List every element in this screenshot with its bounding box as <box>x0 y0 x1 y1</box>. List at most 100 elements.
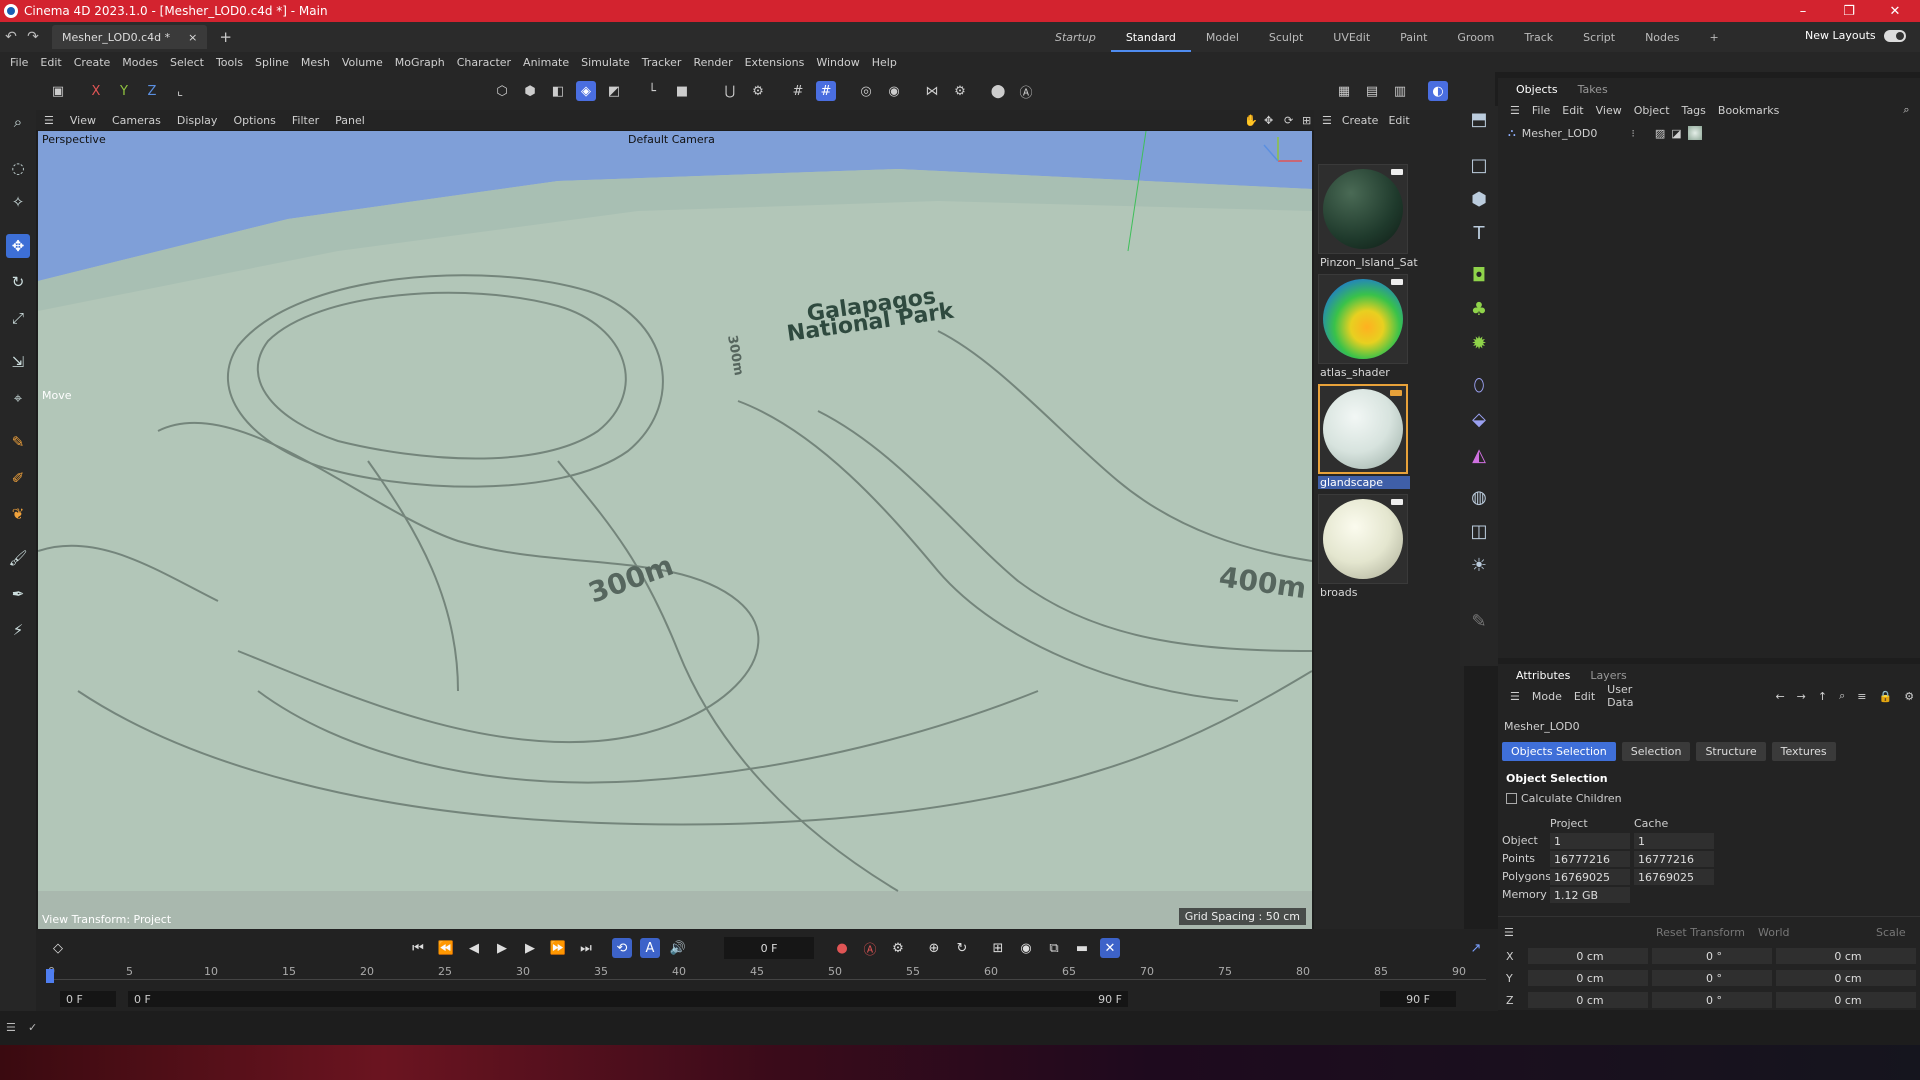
position-z-field[interactable]: 0 cm <box>1528 992 1648 1008</box>
menu-select[interactable]: Select <box>164 56 210 69</box>
viewport-projection-label[interactable]: Perspective <box>42 133 106 146</box>
rotation-y-field[interactable]: 0 ° <box>1652 970 1772 986</box>
add-layout-icon[interactable]: + <box>1695 22 1734 52</box>
scale-z-field[interactable]: 0 cm <box>1776 992 1916 1008</box>
material-atlas-shader[interactable]: atlas_shader <box>1318 274 1410 379</box>
current-frame-field[interactable]: 0 F <box>724 937 814 959</box>
edit-icon[interactable]: ✎ <box>1466 608 1492 634</box>
tab-takes[interactable]: Takes <box>1568 83 1618 96</box>
layout-groom[interactable]: Groom <box>1442 22 1509 52</box>
viewport-menu-cameras[interactable]: Cameras <box>104 114 169 127</box>
position-y-field[interactable]: 0 cm <box>1528 970 1648 986</box>
key-scale-icon[interactable]: ⊞ <box>988 938 1008 958</box>
render-settings-icon[interactable]: ▥ <box>1390 81 1410 101</box>
forward-arrow-icon[interactable]: → <box>1791 690 1812 703</box>
spline-smooth-icon[interactable]: ❦ <box>6 502 30 526</box>
key-toggle-icon[interactable]: ▬ <box>1072 938 1092 958</box>
menu-simulate[interactable]: Simulate <box>575 56 636 69</box>
loop-icon[interactable]: ⟲ <box>612 938 632 958</box>
generator-object-icon[interactable]: ◘ <box>1466 262 1492 288</box>
attributes-menu-icon[interactable]: ☰ <box>1504 690 1526 703</box>
objects-menu-object[interactable]: Object <box>1628 104 1676 117</box>
material-pinzon-island-sat[interactable]: Pinzon_Island_Sat <box>1318 164 1418 269</box>
scale-y-field[interactable]: 0 cm <box>1776 970 1916 986</box>
menu-window[interactable]: Window <box>810 56 865 69</box>
move-tool-icon[interactable]: ✥ <box>6 234 30 258</box>
texture-mode-icon[interactable]: ■ <box>672 81 692 101</box>
menu-create[interactable]: Create <box>68 56 117 69</box>
menu-tools[interactable]: Tools <box>210 56 249 69</box>
attributes-menu-edit[interactable]: Edit <box>1568 690 1601 703</box>
solo-icon[interactable]: ◎ <box>856 81 876 101</box>
range-end-field[interactable]: 90 F <box>1380 991 1456 1007</box>
3d-viewport[interactable]: Galapagos National Park 300m 400m 300m P… <box>38 131 1312 929</box>
objects-menu-edit[interactable]: Edit <box>1556 104 1589 117</box>
objects-menu-file[interactable]: File <box>1526 104 1556 117</box>
rotation-x-field[interactable]: 0 ° <box>1652 948 1772 964</box>
filter-icon[interactable]: ≡ <box>1851 690 1872 703</box>
texture-tag-icon[interactable]: ◪ <box>1671 127 1681 140</box>
symmetry-settings-icon[interactable]: ⚙ <box>950 81 970 101</box>
spline-object-icon[interactable]: □ <box>1466 152 1492 178</box>
layout-model[interactable]: Model <box>1191 22 1254 52</box>
previous-key-icon[interactable]: ⏪ <box>436 938 456 958</box>
viewport-menu-icon[interactable]: ☰ <box>36 114 62 127</box>
deformer-object-icon[interactable]: ⬯ <box>1466 372 1492 398</box>
layout-startup[interactable]: Startup <box>1040 22 1111 52</box>
y-axis-lock[interactable]: Y <box>114 81 134 101</box>
lock-icon[interactable]: 🔒 <box>1872 690 1898 703</box>
calculate-children-checkbox[interactable]: Calculate Children <box>1506 792 1622 805</box>
settings-icon[interactable]: ⚙ <box>1898 690 1920 703</box>
viewport-menu-filter[interactable]: Filter <box>284 114 327 127</box>
render-picture-viewer-icon[interactable]: ▤ <box>1362 81 1382 101</box>
key-position-icon[interactable]: ⊕ <box>924 938 944 958</box>
key-pla-icon[interactable]: ⧉ <box>1044 938 1064 958</box>
brush-settings-icon[interactable]: ✒ <box>6 582 30 606</box>
menu-volume[interactable]: Volume <box>336 56 389 69</box>
menu-mesh[interactable]: Mesh <box>295 56 336 69</box>
scale-tool-icon[interactable]: ⤢ <box>6 306 30 330</box>
polygons-mode-icon[interactable]: ◧ <box>548 81 568 101</box>
null-object-icon[interactable]: ⬒ <box>1466 106 1492 132</box>
go-to-end-icon[interactable]: ⏭ <box>576 938 596 958</box>
axis-mode-icon[interactable]: └ <box>642 81 662 101</box>
restore-button[interactable]: ❐ <box>1826 0 1872 22</box>
subtab-objects-selection[interactable]: Objects Selection <box>1502 742 1616 761</box>
key-settings-icon[interactable]: ⚙ <box>888 938 908 958</box>
subtab-selection[interactable]: Selection <box>1621 742 1691 761</box>
cloner-object-icon[interactable]: ♣ <box>1466 296 1492 322</box>
sound-icon[interactable]: 🔊 <box>668 938 688 958</box>
viewport-menu-options[interactable]: Options <box>225 114 283 127</box>
undo-icon[interactable]: ↶ <box>0 29 22 45</box>
uv-mode-icon[interactable]: ◩ <box>604 81 624 101</box>
viewport-menu-display[interactable]: Display <box>169 114 226 127</box>
menu-extensions[interactable]: Extensions <box>739 56 811 69</box>
menu-render[interactable]: Render <box>687 56 738 69</box>
frame-ruler[interactable]: 0 5 10 15 20 25 30 35 40 45 50 55 60 65 … <box>46 965 1486 985</box>
select-tool-icon[interactable]: ✧ <box>6 190 30 214</box>
close-window-button[interactable]: ✕ <box>1872 0 1918 22</box>
range-start-field[interactable]: 0 F <box>60 991 116 1007</box>
viewport-menu-view[interactable]: View <box>62 114 104 127</box>
x-axis-lock[interactable]: X <box>86 81 106 101</box>
menu-help[interactable]: Help <box>866 56 903 69</box>
position-x-field[interactable]: 0 cm <box>1528 948 1648 964</box>
model-mode-icon[interactable]: ▣ <box>48 81 68 101</box>
search-icon[interactable]: ⌕ <box>1833 689 1851 703</box>
up-arrow-icon[interactable]: ↑ <box>1812 690 1833 703</box>
spline-pen-icon[interactable]: ✎ <box>6 430 30 454</box>
menu-modes[interactable]: Modes <box>116 56 164 69</box>
layout-script[interactable]: Script <box>1568 22 1630 52</box>
coordinate-space-select[interactable]: World <box>1758 926 1790 939</box>
menu-spline[interactable]: Spline <box>249 56 295 69</box>
material-menu-create[interactable]: Create <box>1342 114 1379 127</box>
menu-character[interactable]: Character <box>451 56 517 69</box>
mesh-tool-icon[interactable]: ⌖ <box>6 386 30 410</box>
checkbox-icon[interactable] <box>1506 793 1517 804</box>
snapping-icon[interactable]: ⋃ <box>720 81 740 101</box>
menu-edit[interactable]: Edit <box>34 56 67 69</box>
visibility-dots-icon[interactable]: ⁝ <box>1631 127 1635 140</box>
new-document-button[interactable]: + <box>219 28 232 46</box>
playhead-icon[interactable] <box>46 969 54 983</box>
cube-object-icon[interactable]: ⬢ <box>1466 186 1492 212</box>
